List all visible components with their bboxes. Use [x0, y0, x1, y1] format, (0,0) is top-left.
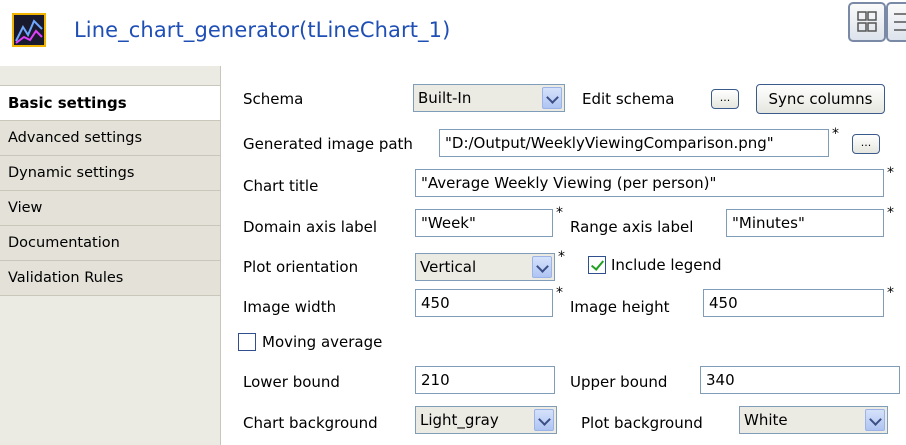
- range-axis-label: Range axis label: [570, 218, 694, 236]
- required-mark: *: [558, 249, 565, 265]
- required-mark: *: [887, 285, 894, 301]
- chart-background-label: Chart background: [243, 414, 378, 432]
- upper-bound-label: Upper bound: [570, 373, 668, 391]
- lower-bound-field[interactable]: 210: [415, 366, 555, 394]
- component-title: Line_chart_generator(tLineChart_1): [74, 18, 451, 42]
- schema-label: Schema: [243, 90, 304, 108]
- include-legend-checkbox[interactable]: [588, 256, 606, 274]
- range-axis-field[interactable]: "Minutes": [726, 209, 884, 237]
- schema-select[interactable]: Built-In: [413, 84, 565, 112]
- sidebar-item-documentation[interactable]: Documentation: [0, 226, 220, 261]
- plot-orientation-value: Vertical: [420, 258, 477, 276]
- lower-bound-label: Lower bound: [243, 373, 340, 391]
- image-width-field[interactable]: 450: [415, 289, 553, 317]
- chart-title-label: Chart title: [243, 177, 319, 195]
- sidebar-item-view[interactable]: View: [0, 191, 220, 226]
- chevron-down-icon: [865, 409, 885, 431]
- domain-axis-label: Domain axis label: [243, 218, 378, 236]
- sync-columns-button[interactable]: Sync columns: [756, 84, 885, 114]
- settings-sidebar: Basic settings Advanced settings Dynamic…: [0, 66, 221, 445]
- plot-background-select[interactable]: White: [739, 406, 888, 434]
- moving-average-checkbox[interactable]: [238, 333, 256, 351]
- plot-orientation-label: Plot orientation: [243, 258, 359, 276]
- sidebar-top-spacer: [0, 66, 220, 86]
- upper-bound-field[interactable]: 340: [700, 366, 900, 394]
- required-mark: *: [887, 165, 894, 181]
- chevron-down-icon: [532, 256, 552, 278]
- plot-background-label: Plot background: [581, 414, 703, 432]
- required-mark: *: [832, 126, 839, 142]
- chart-title-field[interactable]: "Average Weekly Viewing (per person)": [415, 169, 884, 197]
- image-width-label: Image width: [243, 298, 337, 316]
- plot-orientation-select[interactable]: Vertical: [415, 253, 555, 281]
- sidebar-item-dynamic-settings[interactable]: Dynamic settings: [0, 156, 220, 191]
- image-height-field[interactable]: 450: [703, 289, 884, 317]
- chevron-down-icon: [534, 409, 554, 431]
- domain-axis-field[interactable]: "Week": [415, 209, 553, 237]
- image-path-label: Generated image path: [243, 135, 413, 153]
- image-path-field[interactable]: "D:/Output/WeeklyViewingComparison.png": [439, 129, 829, 157]
- required-mark: *: [887, 205, 894, 221]
- sidebar-item-validation-rules[interactable]: Validation Rules: [0, 261, 220, 296]
- chart-background-value: Light_gray: [420, 411, 499, 429]
- schema-select-value: Built-In: [418, 89, 472, 107]
- image-height-label: Image height: [570, 298, 670, 316]
- required-mark: *: [556, 205, 563, 221]
- sidebar-item-basic-settings[interactable]: Basic settings: [0, 86, 220, 121]
- chevron-down-icon: [542, 87, 562, 109]
- grid-view-icon[interactable]: [848, 2, 886, 42]
- moving-average-label: Moving average: [262, 333, 383, 351]
- line-chart-icon: [12, 13, 46, 47]
- list-view-icon[interactable]: [886, 2, 906, 42]
- browse-image-path-button[interactable]: ...: [852, 134, 880, 154]
- edit-schema-label: Edit schema: [582, 90, 675, 108]
- edit-schema-button[interactable]: ...: [711, 89, 739, 109]
- required-mark: *: [556, 285, 563, 301]
- component-header: Line_chart_generator(tLineChart_1): [0, 0, 906, 66]
- plot-background-value: White: [744, 411, 788, 429]
- sidebar-item-advanced-settings[interactable]: Advanced settings: [0, 121, 220, 156]
- chart-background-select[interactable]: Light_gray: [415, 406, 557, 434]
- include-legend-label: Include legend: [611, 256, 722, 274]
